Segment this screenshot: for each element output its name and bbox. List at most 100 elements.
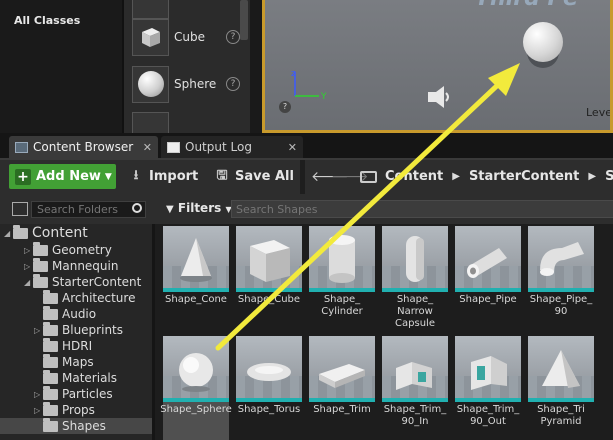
asset-thumbnail [236,226,302,292]
folder-icon [43,321,58,336]
asset-tile[interactable]: Shape_ Narrow Capsule [382,226,448,331]
category-all-classes[interactable]: All Classes [14,14,80,27]
collapse-arrow-icon[interactable]: ◢ [4,229,10,238]
asset-tile[interactable]: Shape_Cone [163,226,229,331]
expand-arrow-icon[interactable]: ▷ [24,246,30,255]
folder-tree: ◢ Content ▷ Geometry ▷ Mannequin ◢ StarterConte… [0,224,152,434]
search-icon[interactable] [132,203,142,213]
help-icon[interactable]: ? [279,101,291,113]
search-folders-input[interactable] [31,201,146,218]
asset-tile[interactable]: Shape_Pipe_ 90 [528,226,594,331]
asset-tile[interactable]: Shape_Torus [236,336,302,440]
folder-tree-item[interactable]: Materials [0,369,152,386]
audio-actor-icon[interactable] [425,84,453,110]
folder-tree-item[interactable]: ▷ Blueprints [0,321,152,338]
tab-output-log[interactable]: Output Log ✕ [161,136,303,158]
breadcrumb-item[interactable]: Content [385,169,443,184]
tab-content-browser[interactable]: Content Browser ✕ [9,136,158,158]
close-icon[interactable]: ✕ [143,141,152,154]
help-icon[interactable]: ? [226,30,240,44]
asset-label: Shape_Cube [237,294,301,305]
expand-arrow-icon[interactable]: ▷ [34,326,40,335]
asset-label: Shape_ Narrow Capsule [395,294,435,329]
asset-tile[interactable]: Shape_Cube [236,226,302,331]
folder-label: Geometry [52,243,112,257]
svg-text:Y: Y [320,92,327,102]
folder-tree-item[interactable]: ▷ Geometry [0,241,152,258]
breadcrumb-item[interactable]: S [605,169,613,184]
folder-tree-item[interactable]: Architecture [0,289,152,306]
asset-thumbnail [455,226,521,292]
expand-arrow-icon[interactable]: ▷ [24,262,30,271]
asset-label: Shape_Sphere [160,404,232,415]
output-log-icon [167,141,180,153]
asset-view: ▼ Filters ▼ Shape_Cone Shape_Cube Shape_ C… [155,194,613,440]
chevron-down-icon: ▼ [104,171,112,182]
asset-tile[interactable]: Shape_ Cylinder [309,226,375,331]
asset-tile[interactable]: Shape_Trim_ 90_Out [455,336,521,440]
folder-icon [43,385,58,400]
level-viewport[interactable]: Third Pe z Y ? Level [262,0,613,133]
panel-tab-bar: Content Browser ✕ Output Log ✕ [0,133,613,158]
asset-label: Shape_Cone [165,294,227,305]
placeable-item-cube[interactable]: Cube ? [124,15,242,59]
folder-tree-item[interactable]: ◢ Content [0,224,152,242]
folder-icon [360,170,377,183]
chevron-right-icon[interactable]: ▶ [588,171,596,182]
folder-icon [43,369,58,384]
expand-arrow-icon[interactable]: ▷ [34,406,40,415]
folder-icon [43,353,58,368]
folder-tree-item[interactable]: ▷ Mannequin [0,257,152,274]
placeable-item-sphere[interactable]: Sphere ? [124,62,242,106]
collapse-arrow-icon[interactable]: ◢ [24,278,30,287]
placeable-scrollbar[interactable] [240,0,248,40]
import-label: Import [149,169,199,184]
close-icon[interactable]: ✕ [288,141,297,154]
asset-label: Shape_Pipe_ 90 [529,294,593,317]
folder-tree-item[interactable]: ◢ StarterContent [0,273,152,290]
folder-tree-item[interactable]: ▷ Props [0,401,152,418]
content-browser-toolbar: + Add New ▼ ⭳ Import 🖫 Save All 🡐 🡒 Cont… [0,158,613,196]
folder-tree-item[interactable]: HDRI [0,337,152,354]
save-all-button[interactable]: 🖫 Save All [214,164,293,189]
toolbar-divider [300,160,305,196]
folder-icon [43,337,58,352]
asset-thumbnail [528,226,594,292]
filters-label: Filters [177,201,222,215]
folder-label: Maps [62,355,94,369]
viewport-3d-text: Third Pe [475,0,578,11]
add-new-button[interactable]: + Add New ▼ [9,164,116,189]
folder-tree-item[interactable]: Shapes [0,417,152,434]
asset-tile[interactable]: Shape_Trim [309,336,375,440]
filters-dropdown[interactable]: ▼ Filters ▼ [166,201,232,215]
import-icon: ⭳ [133,167,139,183]
folder-icon [43,401,58,416]
placeable-list: Cube ? Sphere ? [122,0,250,149]
asset-thumbnail [309,226,375,292]
asset-tile[interactable]: Shape_Tri Pyramid [528,336,594,440]
folder-icon [43,305,58,320]
asset-label: Shape_Torus [237,404,301,415]
folder-tree-item[interactable]: Audio [0,305,152,322]
asset-tile[interactable]: Shape_Sphere [160,336,232,440]
expand-arrow-icon[interactable]: ▷ [34,390,40,399]
chevron-right-icon[interactable]: ▶ [452,171,460,182]
asset-tile[interactable]: Shape_Pipe [455,226,521,331]
import-button[interactable]: ⭳ Import [128,164,199,189]
breadcrumb-item[interactable]: StarterContent [469,169,579,184]
search-assets-input[interactable] [231,200,613,218]
asset-label: Shape_Tri Pyramid [537,404,585,427]
tab-label: Output Log [185,140,252,154]
sphere-in-viewport[interactable] [523,22,563,62]
svg-text:z: z [291,69,296,79]
folder-label: Shapes [62,419,106,433]
help-icon[interactable]: ? [226,77,240,91]
folder-icon [33,241,48,256]
folder-label: Particles [62,387,113,401]
folder-tree-item[interactable]: ▷ Particles [0,385,152,402]
asset-tile[interactable]: Shape_Trim_ 90_In [382,336,448,440]
asset-label: Shape_Trim_ 90_Out [456,404,520,427]
add-new-label: Add New [36,169,101,184]
folder-tree-item[interactable]: Maps [0,353,152,370]
sources-toggle-icon[interactable] [12,202,28,216]
